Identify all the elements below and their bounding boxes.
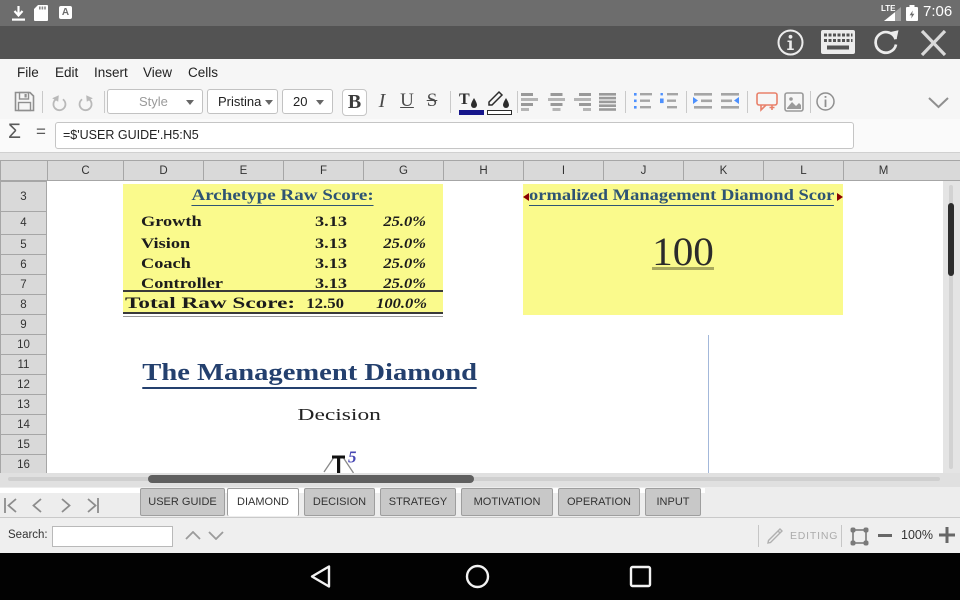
svg-text:5: 5 [348,448,357,467]
